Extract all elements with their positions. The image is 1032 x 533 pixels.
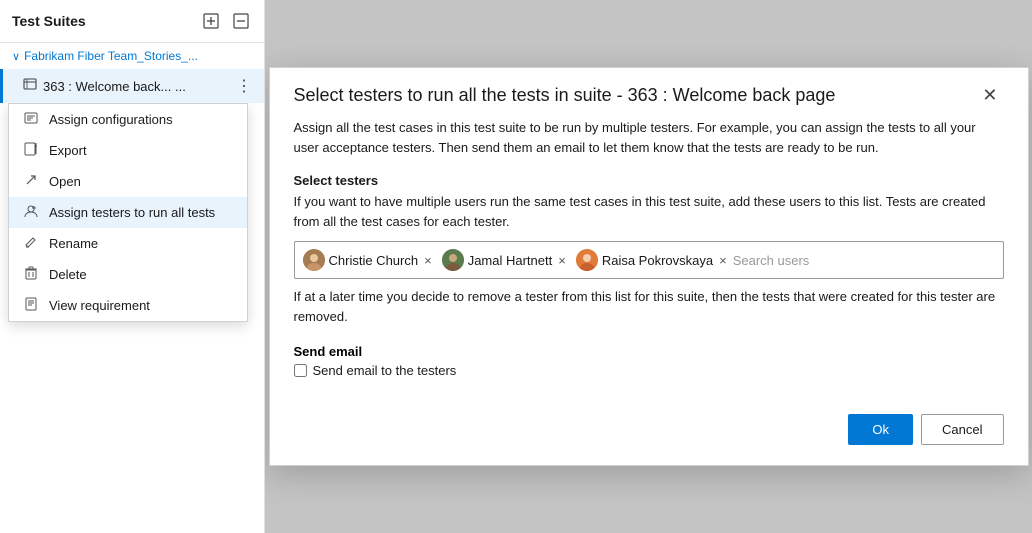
- menu-item-label: Open: [49, 174, 81, 189]
- tester-name-raisa: Raisa Pokrovskaya: [602, 253, 713, 268]
- menu-item-open[interactable]: Open: [9, 166, 247, 197]
- menu-item-export[interactable]: Export: [9, 135, 247, 166]
- cancel-button[interactable]: Cancel: [921, 414, 1003, 445]
- suite-item[interactable]: 363 : Welcome back... ... ⋮: [0, 69, 264, 103]
- remove-tester-christie-button[interactable]: ×: [422, 254, 434, 267]
- main-area: Select testers to run all the tests in s…: [265, 0, 1032, 533]
- assign-config-icon: [23, 111, 39, 128]
- suite-icon: [23, 78, 37, 95]
- context-menu: Assign configurations Export Open: [8, 103, 248, 322]
- team-row[interactable]: ∨ Fabrikam Fiber Team_Stories_...: [0, 43, 264, 69]
- chevron-icon: ∨: [12, 50, 20, 63]
- open-icon: [23, 173, 39, 190]
- select-testers-heading: Select testers: [294, 173, 1004, 188]
- send-email-heading: Send email: [294, 344, 1004, 359]
- menu-item-rename[interactable]: Rename: [9, 228, 247, 259]
- suite-item-label: 363 : Welcome back... ...: [43, 79, 232, 94]
- ok-button[interactable]: Ok: [848, 414, 913, 445]
- sidebar-header-icons: [200, 10, 252, 32]
- sidebar-header: Test Suites: [0, 0, 264, 43]
- sidebar-title: Test Suites: [12, 13, 86, 29]
- testers-input-box[interactable]: Christie Church × Jamal Hartnett ×: [294, 241, 1004, 279]
- menu-item-label: View requirement: [49, 298, 150, 313]
- remove-tester-raisa-button[interactable]: ×: [717, 254, 729, 267]
- menu-item-label: Rename: [49, 236, 98, 251]
- send-email-checkbox-row: Send email to the testers: [294, 363, 1004, 378]
- tester-chip-christie: Christie Church ×: [303, 249, 434, 271]
- remove-tester-jamal-button[interactable]: ×: [556, 254, 568, 267]
- avatar-jamal: [442, 249, 464, 271]
- tester-chip-jamal: Jamal Hartnett ×: [442, 249, 568, 271]
- select-testers-desc: If you want to have multiple users run t…: [294, 192, 1004, 231]
- view-requirement-icon: [23, 297, 39, 314]
- menu-item-label: Delete: [49, 267, 87, 282]
- menu-item-label: Assign testers to run all tests: [49, 205, 215, 220]
- modal-note: If at a later time you decide to remove …: [294, 287, 1004, 326]
- rename-icon: [23, 235, 39, 252]
- send-email-section: Send email Send email to the testers: [294, 344, 1004, 378]
- add-suite-button[interactable]: [200, 10, 222, 32]
- send-email-label[interactable]: Send email to the testers: [313, 363, 457, 378]
- modal-footer: Ok Cancel: [270, 398, 1028, 465]
- menu-item-label: Assign configurations: [49, 112, 173, 127]
- sidebar: Test Suites ∨ Fabrikam Fiber Team_Storie…: [0, 0, 265, 533]
- menu-item-label: Export: [49, 143, 87, 158]
- avatar-christie: [303, 249, 325, 271]
- modal-header: Select testers to run all the tests in s…: [270, 68, 1028, 118]
- tester-name-jamal: Jamal Hartnett: [468, 253, 553, 268]
- menu-item-assign-configurations[interactable]: Assign configurations: [9, 104, 247, 135]
- modal-description: Assign all the test cases in this test s…: [294, 118, 1004, 157]
- suite-item-more-button[interactable]: ⋮: [232, 74, 256, 98]
- menu-item-assign-testers[interactable]: Assign testers to run all tests: [9, 197, 247, 228]
- export-icon: [23, 142, 39, 159]
- tester-chip-raisa: Raisa Pokrovskaya ×: [576, 249, 729, 271]
- team-label: Fabrikam Fiber Team_Stories_...: [24, 49, 198, 63]
- tester-name-christie: Christie Church: [329, 253, 419, 268]
- modal-body: Assign all the test cases in this test s…: [270, 118, 1028, 398]
- delete-icon: [23, 266, 39, 283]
- modal-title: Select testers to run all the tests in s…: [294, 85, 836, 106]
- send-email-checkbox[interactable]: [294, 364, 307, 377]
- avatar-raisa: [576, 249, 598, 271]
- menu-item-view-requirement[interactable]: View requirement: [9, 290, 247, 321]
- remove-suite-button[interactable]: [230, 10, 252, 32]
- modal-close-button[interactable]: ✕: [976, 84, 1003, 106]
- assign-testers-icon: [23, 204, 39, 221]
- modal: Select testers to run all the tests in s…: [269, 67, 1029, 466]
- menu-item-delete[interactable]: Delete: [9, 259, 247, 290]
- search-users-placeholder: Search users: [733, 251, 810, 270]
